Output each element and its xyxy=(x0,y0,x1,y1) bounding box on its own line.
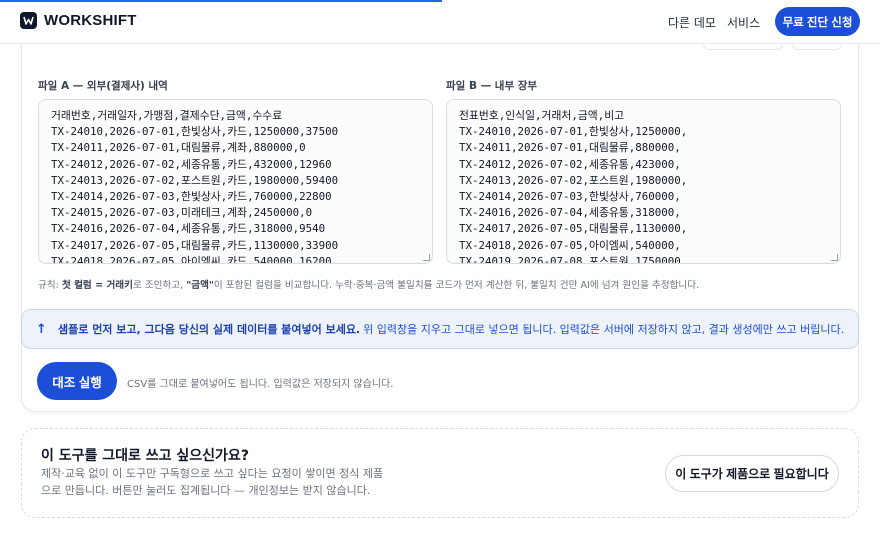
page-progress-bar xyxy=(0,0,442,2)
csv-line: TX-24012,2026-07-02,세종유통,423000, xyxy=(459,157,681,171)
csv-line: TX-24017,2026-07-05,대림물류,1130000, xyxy=(459,222,688,236)
banner-text: 위 입력창을 지우고 그대로 넣으면 됩니다. 입력값은 서버에 저장하지 않고… xyxy=(363,323,845,336)
product-card-description: 제작·교육 없이 이 도구만 구독형으로 쓰고 싶다는 요청이 쌓이면 정식 제… xyxy=(41,467,384,497)
nav-link-other-demos[interactable]: 다른 데모 xyxy=(668,14,716,31)
run-reconcile-button[interactable]: 대조 실행 xyxy=(37,362,117,400)
top-navigation-bar: WORKSHIFT 다른 데모 서비스 무료 진단 신청 xyxy=(0,0,880,44)
rule-amount-strong: "금액" xyxy=(186,280,214,291)
free-diagnosis-button[interactable]: 무료 진단 신청 xyxy=(775,7,860,36)
csv-line: TX-24019,2026-07-08,포스트원,1750000, xyxy=(459,254,688,264)
csv-line: TX-24013,2026-07-02,포스트원,카드,1980000,5940… xyxy=(51,173,339,187)
brand-name: WORKSHIFT xyxy=(44,12,137,29)
csv-line: TX-24016,2026-07-04,세종유통,318000, xyxy=(459,206,681,220)
matching-rule-note: 규칙: 첫 컬럼 = 거래키로 조인하고, "금액"이 포함된 컬럼을 비교합니… xyxy=(38,277,699,291)
file-a-textarea[interactable]: 거래번호,거래일자,가맹점,결제수단,금액,수수료 TX-24010,2026-… xyxy=(38,99,433,264)
csv-line: TX-24011,2026-07-01,대림물류,계좌,880000,0 xyxy=(51,141,306,155)
arrow-up-icon: ↑ xyxy=(36,321,47,337)
csv-line: TX-24013,2026-07-02,포스트원,1980000, xyxy=(459,173,688,187)
csv-line: TX-24014,2026-07-03,한빛상사,760000, xyxy=(459,190,681,204)
csv-line: TX-24014,2026-07-03,한빛상사,카드,760000,22800 xyxy=(51,190,332,204)
csv-line: 전표번호,인식일,거래처,금액,비고 xyxy=(459,109,625,122)
rule-prefix: 규칙: xyxy=(38,280,62,291)
csv-line: TX-24017,2026-07-05,대림물류,카드,1130000,3390… xyxy=(51,238,339,252)
resize-handle-icon[interactable] xyxy=(831,254,838,261)
file-b-label: 파일 B — 내부 장부 xyxy=(446,80,538,92)
rule-suffix: 이 포함된 컬럼을 비교합니다. 누락·중복·금액 불일치를 코드가 먼저 계산… xyxy=(213,280,700,291)
nav-link-services[interactable]: 서비스 xyxy=(727,14,760,31)
file-a-label: 파일 A — 외부(결제사) 내역 xyxy=(38,80,168,92)
csv-line: 거래번호,거래일자,가맹점,결제수단,금액,수수료 xyxy=(51,109,283,122)
banner-strong-text: 샘플로 먼저 보고, 그다음 당신의 실제 데이터를 붙여넣어 보세요. xyxy=(58,323,361,336)
csv-line: TX-24012,2026-07-02,세종유통,카드,432000,12960 xyxy=(51,157,332,171)
file-b-textarea[interactable]: 전표번호,인식일,거래처,금액,비고 TX-24010,2026-07-01,한… xyxy=(446,99,841,264)
run-hint-text: CSV를 그대로 붙여넣어도 됩니다. 입력값은 저장되지 않습니다. xyxy=(127,379,394,390)
csv-line: TX-24010,2026-07-01,한빛상사,카드,1250000,3750… xyxy=(51,125,339,139)
brand[interactable]: WORKSHIFT xyxy=(20,12,137,29)
product-interest-card: 이 도구를 그대로 쓰고 싶으신가요? 제작·교육 없이 이 도구만 구독형으로… xyxy=(21,428,859,518)
rule-key-strong: 첫 컬럼 = 거래키 xyxy=(61,280,133,291)
hidden-tab-button[interactable] xyxy=(703,44,783,50)
csv-line: TX-24018,2026-07-05,아이엠씨,카드,540000,16200 xyxy=(51,254,332,264)
product-card-title: 이 도구를 그대로 쓰고 싶으신가요? xyxy=(41,448,249,464)
csv-line: TX-24016,2026-07-04,세종유통,카드,318000,9540 xyxy=(51,222,326,236)
csv-line: TX-24015,2026-07-03,미래테크,계좌,2450000,0 xyxy=(51,206,313,220)
hidden-tab-button[interactable] xyxy=(792,44,842,50)
rule-middle: 로 조인하고, xyxy=(132,280,187,291)
resize-handle-icon[interactable] xyxy=(423,254,430,261)
need-as-product-button[interactable]: 이 도구가 제품으로 필요합니다 xyxy=(665,455,839,492)
sample-data-banner: ↑ 샘플로 먼저 보고, 그다음 당신의 실제 데이터를 붙여넣어 보세요. 위… xyxy=(21,309,859,349)
csv-line: TX-24010,2026-07-01,한빛상사,1250000, xyxy=(459,125,688,139)
csv-line: TX-24011,2026-07-01,대림물류,880000, xyxy=(459,141,681,155)
workshift-logo-icon xyxy=(20,12,37,29)
csv-line: TX-24018,2026-07-05,아이엠씨,540000, xyxy=(459,238,681,252)
